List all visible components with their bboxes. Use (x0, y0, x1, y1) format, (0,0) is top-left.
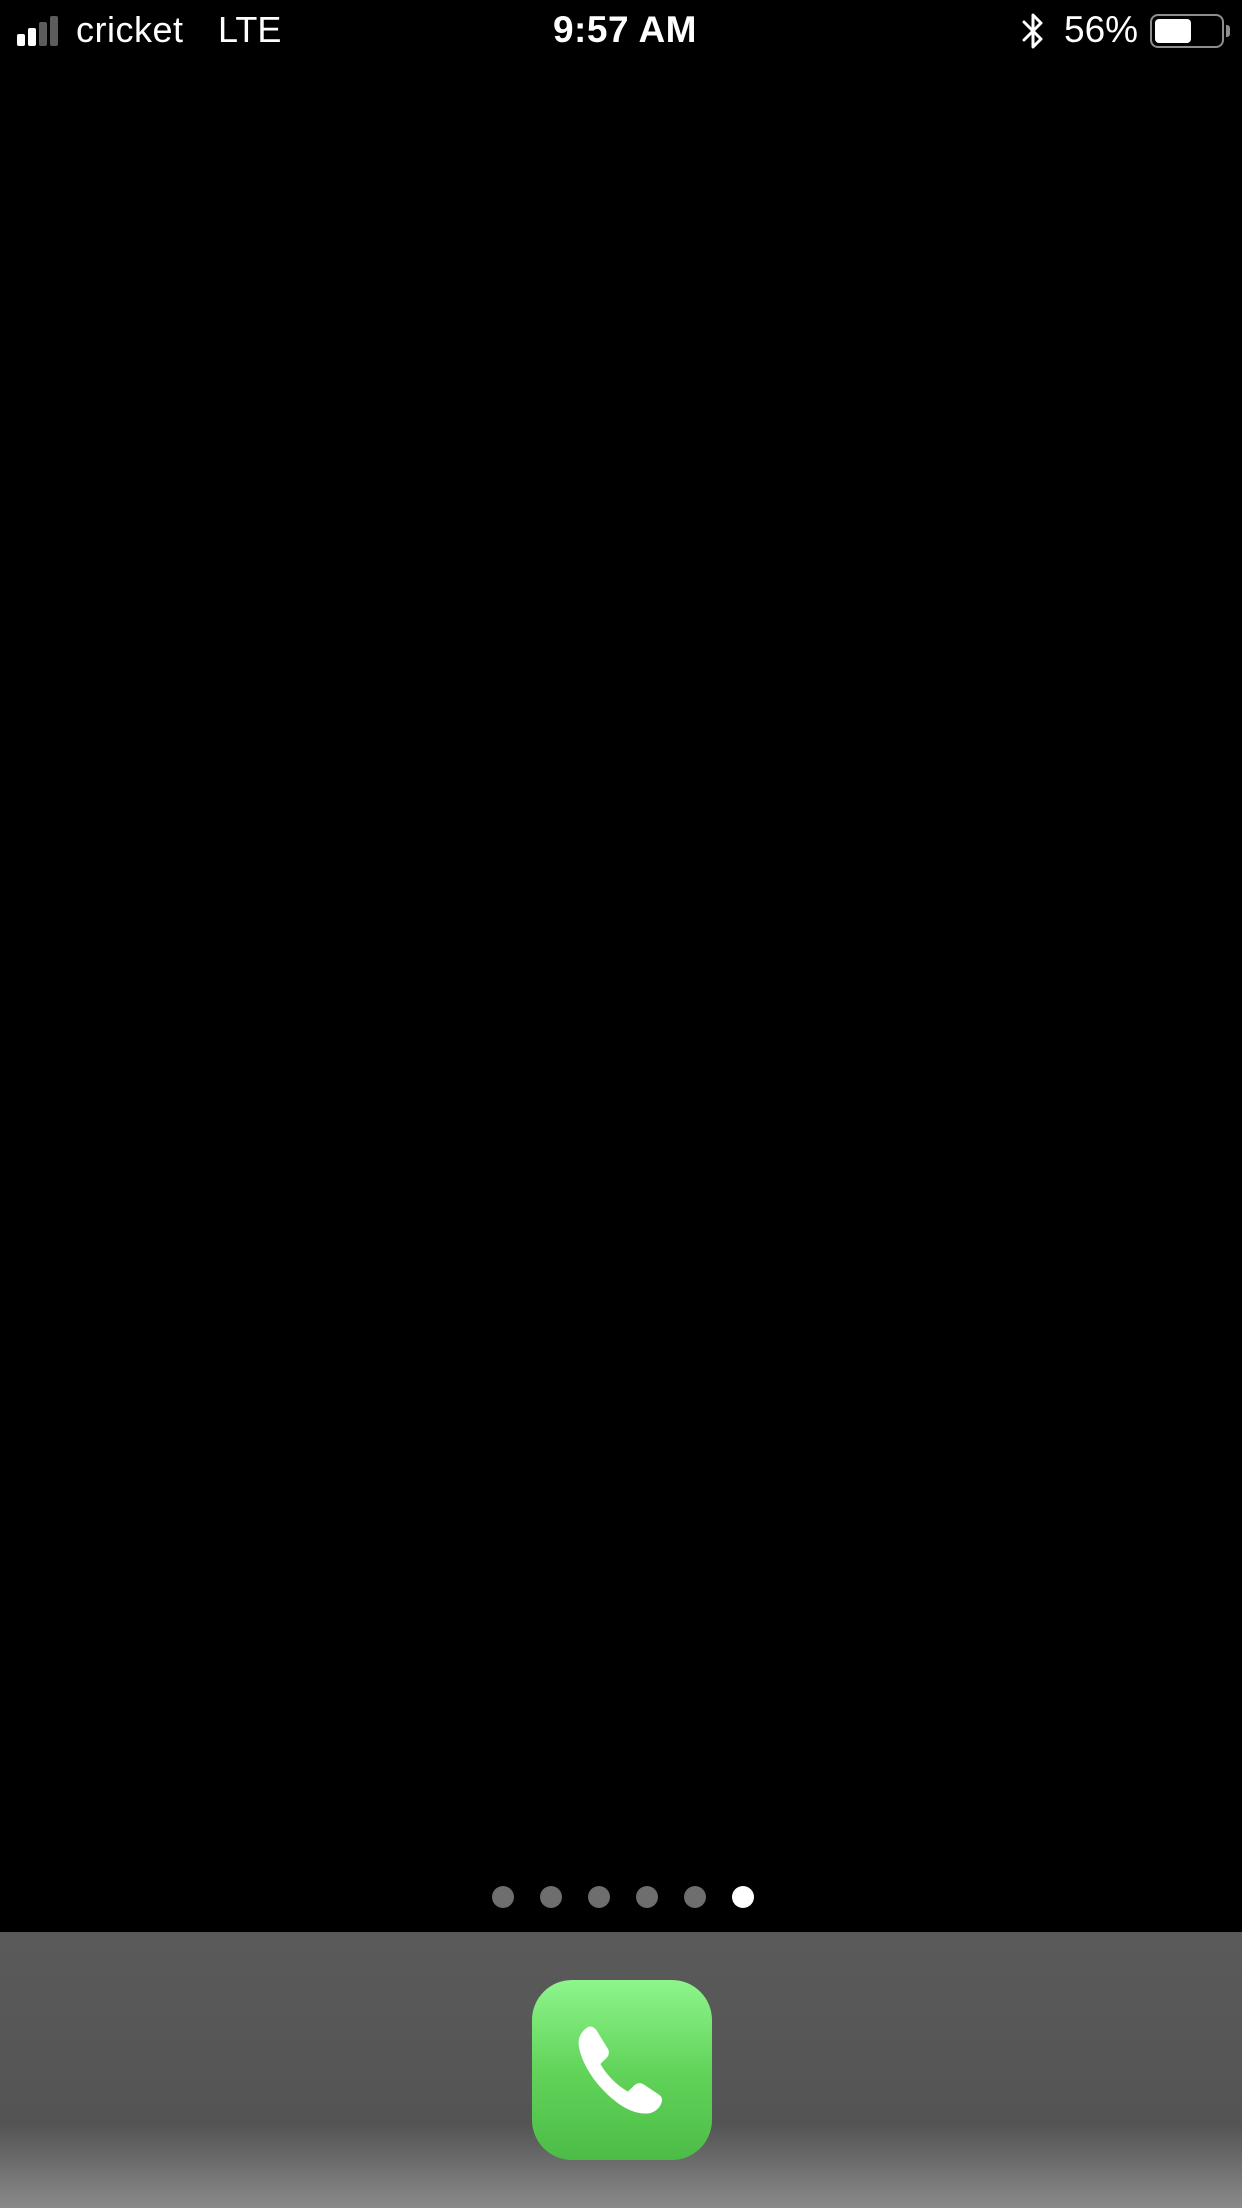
dock (0, 1932, 1242, 2208)
battery-icon (1150, 14, 1230, 48)
page-indicator[interactable] (0, 1886, 1242, 1908)
page-dot[interactable] (540, 1886, 562, 1908)
battery-terminal (1226, 25, 1230, 37)
page-dot[interactable] (684, 1886, 706, 1908)
page-dot-active[interactable] (732, 1886, 754, 1908)
battery-level-fill (1155, 19, 1191, 43)
battery-percentage: 56% (1064, 9, 1139, 50)
page-dot[interactable] (492, 1886, 514, 1908)
phone-app-icon[interactable] (532, 1980, 712, 2160)
page-dot[interactable] (636, 1886, 658, 1908)
status-bar: cricket LTE 9:57 AM 56% (0, 0, 1242, 62)
bluetooth-icon (1022, 13, 1043, 49)
phone-icon (578, 2026, 663, 2114)
status-time: 9:57 AM (552, 9, 697, 50)
page-dot[interactable] (588, 1886, 610, 1908)
